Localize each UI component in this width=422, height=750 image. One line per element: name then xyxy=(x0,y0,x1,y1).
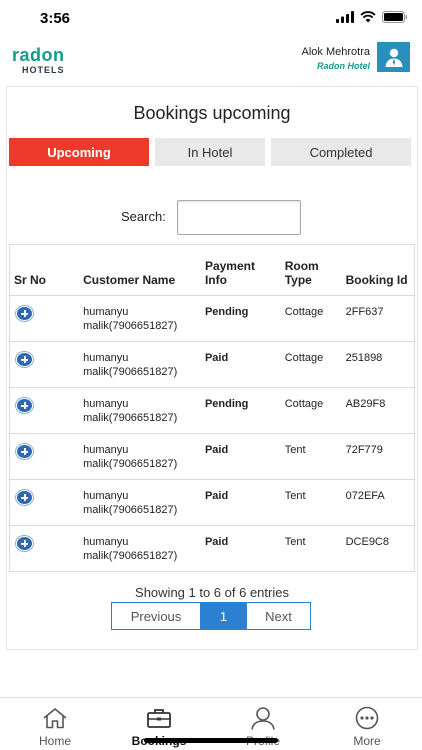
bookings-table: Sr No Customer Name Payment Info Room Ty… xyxy=(9,244,415,572)
user-info: Alok Mehrotra Radon Hotel xyxy=(302,46,370,73)
search-input[interactable] xyxy=(177,200,301,235)
tab-in-hotel[interactable]: In Hotel xyxy=(155,138,265,166)
table-row[interactable]: humanyu malik(7906651827) Pending Cottag… xyxy=(9,295,415,342)
sr-cell xyxy=(9,341,80,388)
search-row: Search: xyxy=(7,200,417,236)
table-row[interactable]: humanyu malik(7906651827) Paid Tent 72F7… xyxy=(9,433,415,480)
customer-name-cell: humanyu malik(7906651827) xyxy=(79,295,201,342)
customer-name-cell: humanyu malik(7906651827) xyxy=(79,341,201,388)
booking-id-cell: 251898 xyxy=(341,341,415,388)
home-indicator xyxy=(144,738,278,743)
nav-item-more[interactable]: More xyxy=(327,706,407,748)
expand-row-icon[interactable] xyxy=(16,444,33,459)
sr-cell xyxy=(9,479,80,526)
status-time: 3:56 xyxy=(40,10,71,27)
header-payment-info[interactable]: Payment Info xyxy=(200,244,281,296)
sr-cell xyxy=(9,387,80,434)
hotel-name: Radon Hotel xyxy=(317,61,370,71)
payment-status-cell: Paid xyxy=(200,479,281,526)
customer-name-cell: humanyu malik(7906651827) xyxy=(79,387,201,434)
table-header-row: Sr No Customer Name Payment Info Room Ty… xyxy=(9,244,415,296)
expand-row-icon[interactable] xyxy=(16,536,33,551)
nav-label-home: Home xyxy=(38,734,71,748)
next-page-button[interactable]: Next xyxy=(246,603,310,629)
previous-page-button[interactable]: Previous xyxy=(112,603,201,629)
header-customer-name[interactable]: Customer Name xyxy=(79,244,201,296)
booking-id-cell: DCE9C8 xyxy=(341,525,415,572)
nav-item-home[interactable]: Home xyxy=(15,706,95,748)
avatar[interactable] xyxy=(377,42,410,72)
sr-cell xyxy=(9,295,80,342)
booking-tabs: Upcoming In Hotel Completed xyxy=(9,138,413,166)
search-label: Search: xyxy=(121,209,166,224)
current-page-button[interactable]: 1 xyxy=(201,603,246,629)
room-type-cell: Tent xyxy=(280,433,342,480)
more-icon xyxy=(355,706,379,730)
expand-row-icon[interactable] xyxy=(16,398,33,413)
tab-completed[interactable]: Completed xyxy=(271,138,411,166)
header-sr-no[interactable]: Sr No xyxy=(9,244,80,296)
status-bar: 3:56 xyxy=(0,0,422,38)
user-name: Alok Mehrotra xyxy=(301,46,370,58)
person-icon xyxy=(251,707,275,730)
payment-status-cell: Paid xyxy=(200,433,281,480)
page-title: Bookings upcoming xyxy=(133,103,291,123)
room-type-cell: Cottage xyxy=(280,387,342,434)
room-type-cell: Cottage xyxy=(280,341,342,388)
entries-info: Showing 1 to 6 of 6 entries xyxy=(135,585,289,600)
bookings-card: Bookings upcoming Upcoming In Hotel Comp… xyxy=(6,86,418,650)
brand-logo: radon HOTELS xyxy=(12,46,65,76)
sr-cell xyxy=(9,525,80,572)
home-icon xyxy=(43,708,67,729)
header-booking-id[interactable]: Booking Id xyxy=(341,244,415,296)
booking-id-cell: 72F779 xyxy=(341,433,415,480)
table-row[interactable]: humanyu malik(7906651827) Pending Cottag… xyxy=(9,387,415,434)
wifi-icon xyxy=(360,11,376,23)
battery-icon xyxy=(382,11,408,23)
user-avatar-icon xyxy=(385,48,402,67)
payment-status-cell: Paid xyxy=(200,525,281,572)
customer-name-cell: humanyu malik(7906651827) xyxy=(79,479,201,526)
table-row[interactable]: humanyu malik(7906651827) Paid Tent 072E… xyxy=(9,479,415,526)
expand-row-icon[interactable] xyxy=(16,306,33,321)
status-icons xyxy=(336,11,408,23)
table-row[interactable]: humanyu malik(7906651827) Paid Cottage 2… xyxy=(9,341,415,388)
payment-status-cell: Pending xyxy=(200,295,281,342)
room-type-cell: Tent xyxy=(280,479,342,526)
briefcase-icon xyxy=(147,709,171,728)
expand-row-icon[interactable] xyxy=(16,490,33,505)
room-type-cell: Cottage xyxy=(280,295,342,342)
pagination: Previous 1 Next xyxy=(111,602,311,630)
booking-id-cell: 072EFA xyxy=(341,479,415,526)
payment-status-cell: Pending xyxy=(200,387,281,434)
booking-id-cell: 2FF637 xyxy=(341,295,415,342)
booking-id-cell: AB29F8 xyxy=(341,387,415,434)
logo-sub-text: HOTELS xyxy=(22,65,65,75)
payment-status-cell: Paid xyxy=(200,341,281,388)
nav-label-more: More xyxy=(353,734,381,748)
expand-row-icon[interactable] xyxy=(16,352,33,367)
sr-cell xyxy=(9,433,80,480)
app-header: radon HOTELS Alok Mehrotra Radon Hotel xyxy=(0,38,422,84)
room-type-cell: Tent xyxy=(280,525,342,572)
logo-main-text: radon xyxy=(12,45,65,65)
customer-name-cell: humanyu malik(7906651827) xyxy=(79,433,201,480)
tab-upcoming[interactable]: Upcoming xyxy=(9,138,149,166)
customer-name-cell: humanyu malik(7906651827) xyxy=(79,525,201,572)
signal-icon xyxy=(336,11,354,23)
table-row[interactable]: humanyu malik(7906651827) Paid Tent DCE9… xyxy=(9,525,415,572)
header-room-type[interactable]: Room Type xyxy=(280,244,342,296)
